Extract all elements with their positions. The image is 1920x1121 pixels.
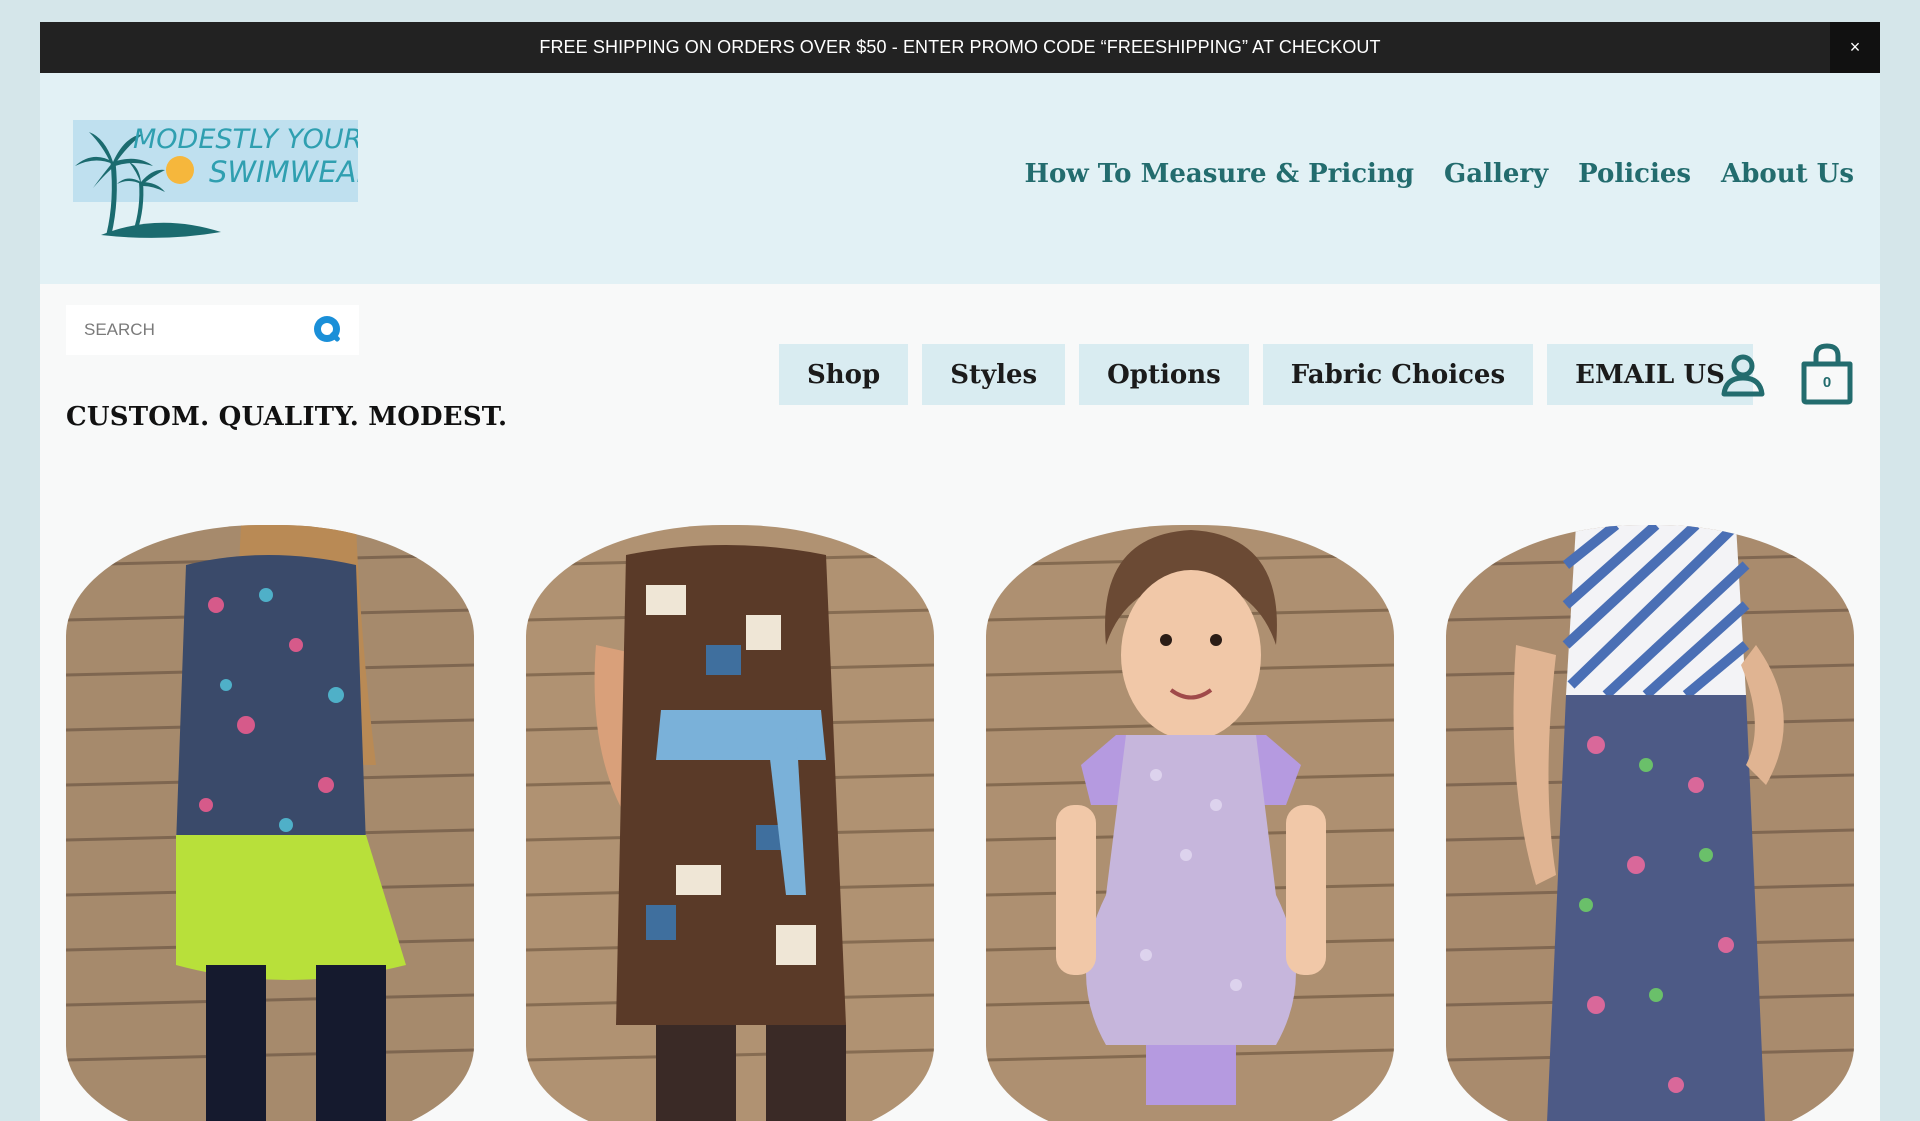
top-nav-policies[interactable]: Policies xyxy=(1578,159,1691,189)
cart-count: 0 xyxy=(1822,374,1832,391)
account-button[interactable] xyxy=(1720,352,1766,398)
search-button[interactable] xyxy=(313,315,345,347)
search-box xyxy=(66,305,359,355)
announcement-text: FREE SHIPPING ON ORDERS OVER $50 - ENTER… xyxy=(539,37,1381,57)
logo-line2: SWIMWEAR xyxy=(209,155,358,189)
gallery-photo-2[interactable] xyxy=(526,525,934,1121)
announcement-close-button[interactable]: × xyxy=(1830,22,1880,73)
search-icon xyxy=(314,316,340,342)
top-nav: How To Measure & Pricing Gallery Policie… xyxy=(1024,159,1854,189)
nav-options-button[interactable]: Options xyxy=(1079,344,1249,405)
product-gallery xyxy=(66,525,1854,1121)
top-nav-about-us[interactable]: About Us xyxy=(1721,159,1854,189)
nav-shop-button[interactable]: Shop xyxy=(779,344,909,405)
logo-line1: MODESTLY YOURS xyxy=(133,124,358,155)
nav-fabric-choices-button[interactable]: Fabric Choices xyxy=(1262,344,1534,405)
site-logo[interactable]: MODESTLY YOURS SWIMWEAR xyxy=(73,120,358,240)
cart-button[interactable]: 0 xyxy=(1798,342,1856,406)
gallery-photo-4[interactable] xyxy=(1446,525,1854,1121)
site-header: MODESTLY YOURS SWIMWEAR How To Measure &… xyxy=(40,73,1880,284)
gallery-photo-1[interactable] xyxy=(66,525,474,1121)
user-icon xyxy=(1721,354,1765,397)
main-nav: Shop Styles Options Fabric Choices EMAIL… xyxy=(779,344,1753,405)
search-input[interactable] xyxy=(66,320,306,340)
announcement-bar: FREE SHIPPING ON ORDERS OVER $50 - ENTER… xyxy=(40,22,1880,73)
top-nav-how-to-measure[interactable]: How To Measure & Pricing xyxy=(1024,159,1414,189)
top-nav-gallery[interactable]: Gallery xyxy=(1444,159,1548,189)
nav-styles-button[interactable]: Styles xyxy=(922,344,1066,405)
gallery-photo-3[interactable] xyxy=(986,525,1394,1121)
page: FREE SHIPPING ON ORDERS OVER $50 - ENTER… xyxy=(40,22,1880,1121)
tagline: CUSTOM. QUALITY. MODEST. xyxy=(66,402,508,432)
close-icon: × xyxy=(1849,37,1861,57)
